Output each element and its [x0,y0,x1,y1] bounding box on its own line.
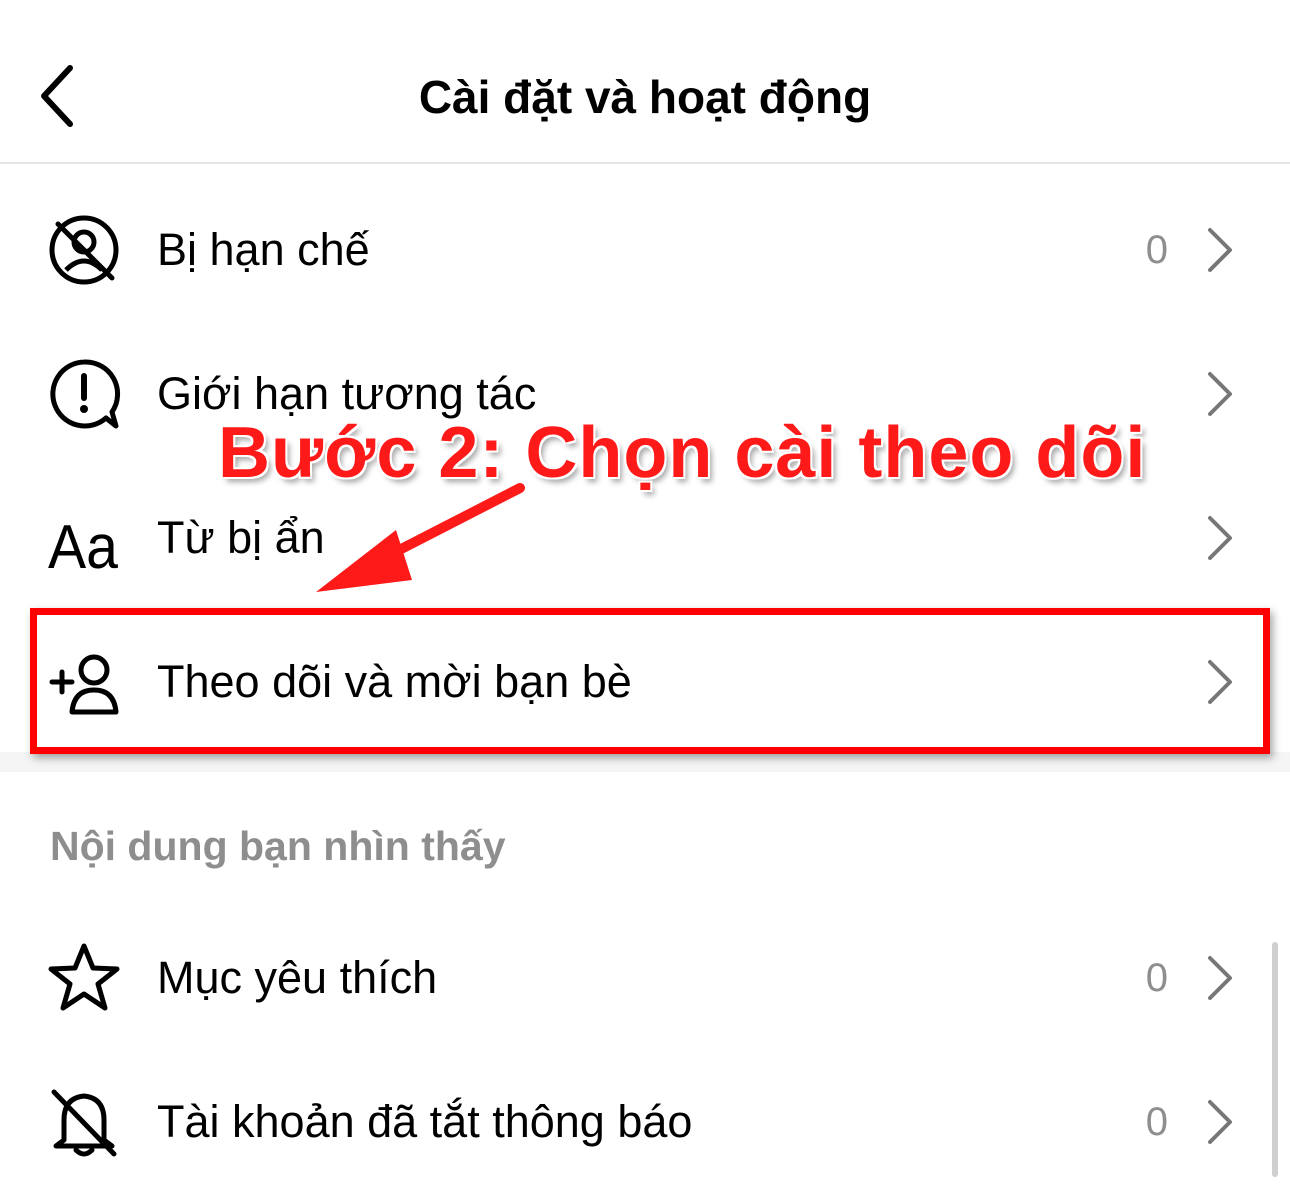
settings-item-restricted[interactable]: Bị hạn chế 0 [0,178,1290,322]
settings-item-label: Mục yêu thích [157,952,438,1003]
annotation-text: Bước 2: Chọn cài theo dõi [218,413,1147,493]
chevron-right-icon [1208,228,1232,272]
settings-item-count: 0 [1145,228,1168,272]
settings-item-label: Tài khoản đã tắt thông báo [157,1096,693,1147]
scrollbar[interactable] [1272,942,1278,1177]
chevron-right-icon [1208,372,1232,416]
section-divider [0,752,1290,772]
hidden-words-icon: Aa [48,513,118,576]
star-icon [48,943,120,1011]
restricted-icon [49,215,119,285]
page-title: Cài đặt và hoạt động [418,71,872,123]
settings-item-count: 0 [1145,1100,1168,1144]
annotation-highlight-box [30,608,1270,754]
svg-text:Aa: Aa [48,513,118,576]
settings-item-label: Từ bị ẩn [157,512,325,563]
settings-item-label: Bị hạn chế [157,224,370,275]
chevron-right-icon [1208,516,1232,560]
settings-item-count: 0 [1145,956,1168,1000]
settings-item-muted-accounts[interactable]: Tài khoản đã tắt thông báo 0 [0,1050,1290,1194]
section-title: Nội dung bạn nhìn thấy [50,823,506,869]
settings-item-favorites[interactable]: Mục yêu thích 0 [0,906,1290,1050]
limit-interactions-icon [50,359,121,429]
chevron-right-icon [1208,956,1232,1000]
top-bar: Cài đặt và hoạt động [0,0,1290,164]
chevron-right-icon [1208,1100,1232,1144]
muted-bell-icon [51,1089,117,1157]
